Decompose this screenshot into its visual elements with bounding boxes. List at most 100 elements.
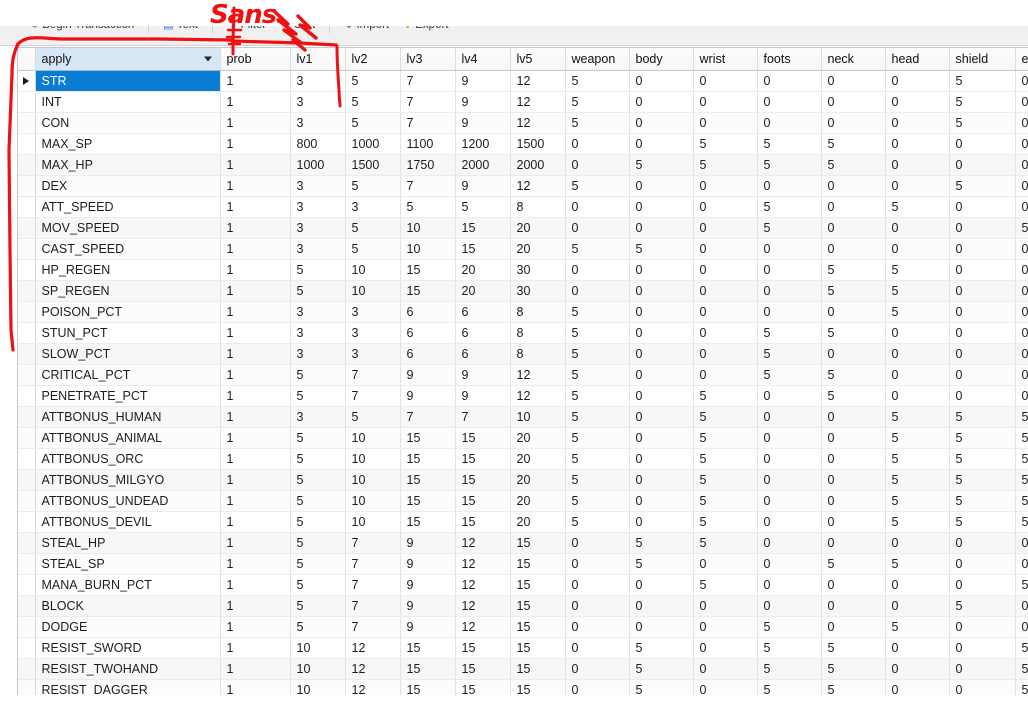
toolbar-button-import[interactable]: ⬇Import bbox=[344, 26, 389, 31]
cell-body[interactable]: 0 bbox=[629, 280, 694, 302]
cell-lv2[interactable]: 5 bbox=[345, 406, 401, 428]
cell-weapon[interactable]: 0 bbox=[565, 553, 630, 575]
cell-lv4[interactable]: 15 bbox=[455, 511, 511, 533]
cell-apply[interactable]: SLOW_PCT bbox=[35, 343, 221, 365]
cell-wrist[interactable]: 5 bbox=[693, 448, 758, 470]
row-selector[interactable] bbox=[18, 364, 36, 386]
cell-lv2[interactable]: 3 bbox=[345, 343, 401, 365]
cell-weapon[interactable]: 0 bbox=[565, 133, 630, 155]
column-header-foots[interactable]: foots bbox=[757, 48, 822, 71]
cell-ear[interactable]: 0 bbox=[1015, 343, 1028, 365]
cell-foots[interactable]: 0 bbox=[757, 301, 822, 323]
table-row[interactable]: ATT_SPEED 1 3 3 5 5 8 0 0 0 5 0 5 0 0 bbox=[18, 196, 1028, 218]
cell-body[interactable]: 0 bbox=[629, 301, 694, 323]
cell-ear[interactable]: 5 bbox=[1015, 679, 1028, 695]
cell-prob[interactable]: 1 bbox=[220, 448, 291, 470]
cell-wrist[interactable]: 5 bbox=[693, 490, 758, 512]
cell-lv5[interactable]: 8 bbox=[510, 343, 566, 365]
cell-apply[interactable]: SP_REGEN bbox=[35, 280, 221, 302]
cell-lv1[interactable]: 800 bbox=[290, 133, 346, 155]
cell-lv2[interactable]: 7 bbox=[345, 595, 401, 617]
cell-foots[interactable]: 0 bbox=[757, 469, 822, 491]
cell-foots[interactable]: 0 bbox=[757, 238, 822, 260]
cell-head[interactable]: 5 bbox=[885, 259, 950, 281]
table-row[interactable]: ATTBONUS_DEVIL 1 5 10 15 15 20 5 0 5 0 0 5 5 5 bbox=[18, 511, 1028, 533]
column-header-prob[interactable]: prob bbox=[220, 48, 291, 71]
row-selector[interactable] bbox=[18, 322, 36, 344]
cell-ear[interactable]: 0 bbox=[1015, 175, 1028, 197]
cell-neck[interactable]: 5 bbox=[821, 259, 886, 281]
cell-weapon[interactable]: 5 bbox=[565, 301, 630, 323]
cell-foots[interactable]: 5 bbox=[757, 133, 822, 155]
cell-prob[interactable]: 1 bbox=[220, 364, 291, 386]
column-header-neck[interactable]: neck bbox=[821, 48, 886, 71]
cell-prob[interactable]: 1 bbox=[220, 595, 291, 617]
row-selector[interactable] bbox=[18, 385, 36, 407]
cell-shield[interactable]: 0 bbox=[949, 238, 1016, 260]
cell-shield[interactable]: 5 bbox=[949, 511, 1016, 533]
column-header-lv2[interactable]: lv2 bbox=[345, 48, 401, 71]
cell-lv2[interactable]: 3 bbox=[345, 196, 401, 218]
cell-lv4[interactable]: 9 bbox=[455, 112, 511, 134]
table-row[interactable]: STEAL_HP 1 5 7 9 12 15 0 5 5 0 0 0 0 0 bbox=[18, 532, 1028, 554]
row-selector[interactable] bbox=[18, 91, 36, 113]
cell-lv3[interactable]: 15 bbox=[400, 679, 456, 695]
cell-prob[interactable]: 1 bbox=[220, 616, 291, 638]
cell-lv2[interactable]: 3 bbox=[345, 322, 401, 344]
cell-head[interactable]: 0 bbox=[885, 574, 950, 596]
cell-prob[interactable]: 1 bbox=[220, 490, 291, 512]
cell-neck[interactable]: 5 bbox=[821, 154, 886, 176]
cell-lv5[interactable]: 20 bbox=[510, 448, 566, 470]
cell-wrist[interactable]: 0 bbox=[693, 196, 758, 218]
cell-body[interactable]: 5 bbox=[629, 637, 694, 659]
cell-wrist[interactable]: 0 bbox=[693, 259, 758, 281]
cell-lv5[interactable]: 20 bbox=[510, 511, 566, 533]
column-header-lv3[interactable]: lv3 bbox=[400, 48, 456, 71]
cell-lv2[interactable]: 7 bbox=[345, 385, 401, 407]
cell-prob[interactable]: 1 bbox=[220, 574, 291, 596]
cell-lv3[interactable]: 15 bbox=[400, 658, 456, 680]
cell-foots[interactable]: 0 bbox=[757, 490, 822, 512]
cell-weapon[interactable]: 5 bbox=[565, 469, 630, 491]
row-selector[interactable] bbox=[18, 679, 36, 695]
cell-apply[interactable]: ATTBONUS_ORC bbox=[35, 448, 221, 470]
cell-lv4[interactable]: 5 bbox=[455, 196, 511, 218]
cell-lv4[interactable]: 6 bbox=[455, 301, 511, 323]
table-row[interactable]: RESIST_DAGGER 1 10 12 15 15 15 0 5 0 5 5 0 0 5 bbox=[18, 679, 1028, 695]
cell-lv2[interactable]: 10 bbox=[345, 469, 401, 491]
cell-lv3[interactable]: 6 bbox=[400, 343, 456, 365]
cell-lv5[interactable]: 12 bbox=[510, 91, 566, 113]
row-selector[interactable] bbox=[18, 217, 36, 239]
table-row[interactable]: BLOCK 1 5 7 9 12 15 0 0 0 0 0 0 5 0 bbox=[18, 595, 1028, 617]
cell-lv3[interactable]: 7 bbox=[400, 112, 456, 134]
cell-head[interactable]: 0 bbox=[885, 112, 950, 134]
cell-head[interactable]: 5 bbox=[885, 490, 950, 512]
cell-ear[interactable]: 0 bbox=[1015, 70, 1028, 92]
table-row[interactable]: SP_REGEN 1 5 10 15 20 30 0 0 0 0 5 5 0 0 bbox=[18, 280, 1028, 302]
cell-prob[interactable]: 1 bbox=[220, 343, 291, 365]
row-selector[interactable] bbox=[18, 154, 36, 176]
cell-head[interactable]: 5 bbox=[885, 511, 950, 533]
cell-lv5[interactable]: 30 bbox=[510, 259, 566, 281]
cell-apply[interactable]: PENETRATE_PCT bbox=[35, 385, 221, 407]
cell-lv3[interactable]: 9 bbox=[400, 364, 456, 386]
cell-wrist[interactable]: 0 bbox=[693, 322, 758, 344]
cell-ear[interactable]: 0 bbox=[1015, 259, 1028, 281]
cell-prob[interactable]: 1 bbox=[220, 112, 291, 134]
cell-lv3[interactable]: 1100 bbox=[400, 133, 456, 155]
cell-weapon[interactable]: 5 bbox=[565, 322, 630, 344]
column-header-wrist[interactable]: wrist bbox=[693, 48, 758, 71]
cell-head[interactable]: 0 bbox=[885, 133, 950, 155]
cell-lv4[interactable]: 12 bbox=[455, 553, 511, 575]
cell-foots[interactable]: 5 bbox=[757, 322, 822, 344]
cell-shield[interactable]: 0 bbox=[949, 385, 1016, 407]
row-selector[interactable] bbox=[18, 595, 36, 617]
cell-ear[interactable]: 5 bbox=[1015, 574, 1028, 596]
cell-neck[interactable]: 0 bbox=[821, 406, 886, 428]
cell-lv5[interactable]: 20 bbox=[510, 217, 566, 239]
cell-body[interactable]: 0 bbox=[629, 490, 694, 512]
cell-ear[interactable]: 5 bbox=[1015, 217, 1028, 239]
cell-foots[interactable]: 0 bbox=[757, 532, 822, 554]
cell-lv3[interactable]: 1750 bbox=[400, 154, 456, 176]
cell-weapon[interactable]: 5 bbox=[565, 490, 630, 512]
